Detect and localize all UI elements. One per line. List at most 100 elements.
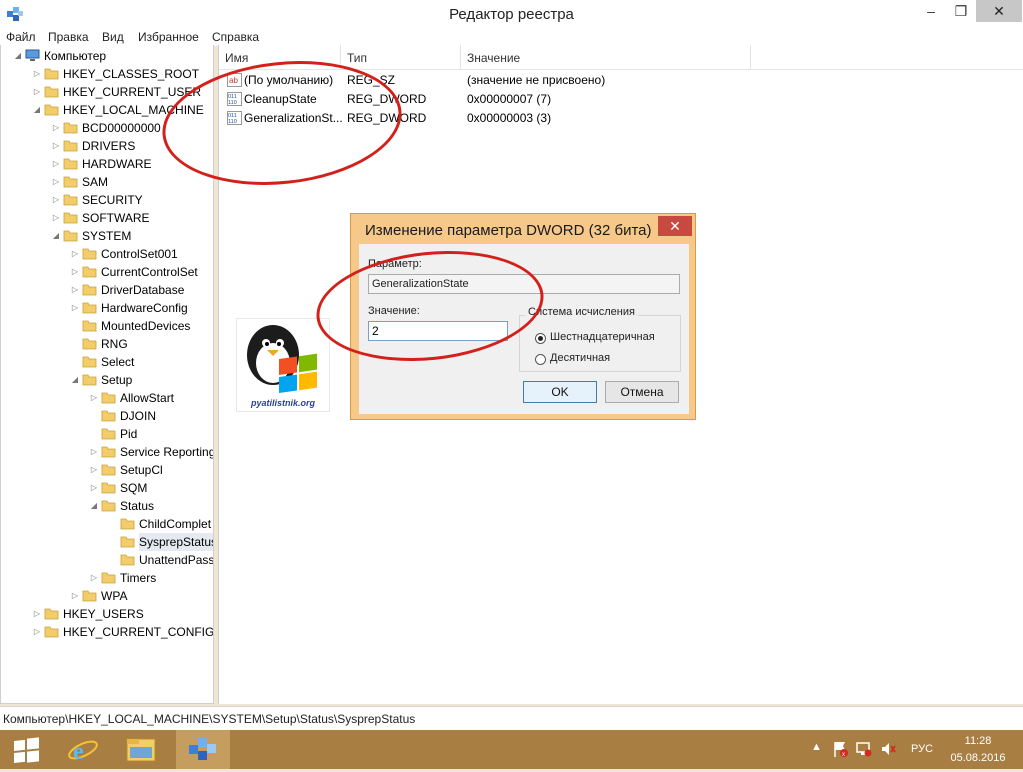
internet-explorer-button[interactable]: e [56,730,110,769]
folder-icon [82,302,97,314]
expand-arrow-icon[interactable]: ▷ [89,461,99,479]
close-button[interactable]: ✕ [976,0,1022,22]
value-type: REG_DWORD [347,92,427,106]
maximize-button[interactable]: ❐ [946,0,976,22]
expand-arrow-icon[interactable]: ▷ [89,569,99,587]
taskbar: e ▲ x РУС [0,730,1023,769]
folder-icon [82,338,97,350]
ok-button[interactable]: OK [523,381,597,403]
column-name[interactable]: Имя [219,45,341,69]
expand-arrow-icon[interactable]: ◢ [51,227,61,245]
value-data-input[interactable]: 2 [368,321,508,341]
folder-icon [63,176,78,188]
clock-date[interactable]: 05.08.2016 [946,752,1010,764]
column-header: Имя Тип Значение [219,45,1023,70]
expand-arrow-icon[interactable]: ▷ [70,281,80,299]
menu-file[interactable]: Файл [6,28,36,46]
expand-arrow-icon[interactable]: ▷ [89,389,99,407]
tree-node-label: Компьютер [44,49,107,63]
tree-node-label: SAM [82,175,109,189]
expand-arrow-icon[interactable]: ▷ [89,443,99,461]
svg-text:110: 110 [228,100,237,106]
value-row[interactable]: 011 110 CleanupState REG_DWORD 0x00000007… [219,90,1023,108]
input-language[interactable]: РУС [911,743,933,755]
internet-explorer-icon: e [68,739,98,765]
folder-icon [82,248,97,260]
tree-node-label: HKEY_USERS [63,607,144,621]
expand-arrow-icon[interactable]: ◢ [70,371,80,389]
expand-arrow-icon[interactable]: ▷ [51,155,61,173]
regedit-taskbar-button[interactable] [176,730,230,769]
expand-arrow-icon[interactable]: ▷ [70,263,80,281]
value-name: GeneralizationSt... [244,111,343,125]
tree-node-label: SQM [120,481,148,495]
file-explorer-icon [126,738,156,762]
folder-icon [82,356,97,368]
expand-arrow-icon[interactable]: ▷ [51,119,61,137]
folder-icon [101,572,116,584]
status-bar: Компьютер\HKEY_LOCAL_MACHINE\SYSTEM\Setu… [0,706,1023,731]
menu-edit[interactable]: Правка [48,28,89,46]
tree-node-label: RNG [101,337,128,351]
radio-decimal-label[interactable]: Десятичная [550,352,610,364]
expand-arrow-icon[interactable]: ▷ [70,245,80,263]
clock-time[interactable]: 11:28 [950,735,1006,747]
edit-dword-dialog: Изменение параметра DWORD (32 бита) ✕ Па… [350,213,696,420]
expand-arrow-icon[interactable]: ▷ [51,173,61,191]
folder-icon [101,446,116,458]
expand-arrow-icon[interactable]: ◢ [32,101,42,119]
dialog-close-button[interactable]: ✕ [658,216,692,236]
tree-node-label: SYSTEM [82,229,132,243]
action-center-flag-icon[interactable]: x [832,740,848,758]
registry-tree: ◢ Компьютер ▷ HKEY_CLASSES_ROOT ▷ HKEY_CURREN… [0,45,214,704]
column-type[interactable]: Тип [341,45,461,69]
expand-arrow-icon[interactable]: ▷ [51,137,61,155]
expand-arrow-icon[interactable]: ▷ [70,299,80,317]
start-button[interactable] [0,730,54,769]
menu-help[interactable]: Справка [212,28,259,46]
folder-icon [63,194,78,206]
value-type: REG_SZ [347,73,396,87]
expand-arrow-icon[interactable]: ▷ [32,65,42,83]
menu-favorites[interactable]: Избранное [138,28,199,46]
expand-arrow-icon[interactable]: ◢ [13,47,23,65]
expand-arrow-icon[interactable]: ▷ [89,479,99,497]
value-row[interactable]: 011 110 GeneralizationSt... REG_DWORD 0x0… [219,109,1023,127]
radio-hex-label[interactable]: Шестнадцатеричная [550,331,655,343]
folder-icon [101,392,116,404]
tree-node-label: Pid [120,427,138,441]
binary-value-icon: 011110 [227,92,242,106]
expand-arrow-icon[interactable]: ◢ [89,497,99,515]
column-value[interactable]: Значение [461,45,751,69]
tray-chevron-icon[interactable]: ▲ [811,741,822,753]
radio-hex[interactable] [535,333,546,344]
network-icon[interactable] [856,741,872,757]
folder-icon [44,104,59,116]
value-row[interactable]: ab (По умолчанию) REG_SZ (значение не пр… [219,71,1023,89]
expand-arrow-icon[interactable]: ▷ [70,587,80,605]
menu-view[interactable]: Вид [102,28,124,46]
penguin-logo-icon [247,325,317,393]
expand-arrow-icon[interactable]: ▷ [51,209,61,227]
folder-icon [101,482,116,494]
tree-node-label: UnattendPass [139,553,214,567]
radio-decimal[interactable] [535,354,546,365]
expand-arrow-icon[interactable]: ▷ [32,623,42,641]
dialog-body: Параметр: GeneralizationState Значение: … [359,244,689,414]
folder-icon [101,410,116,422]
volume-muted-icon[interactable] [880,741,896,757]
expand-arrow-icon[interactable]: ▷ [32,605,42,623]
folder-icon [120,554,135,566]
cancel-button[interactable]: Отмена [605,381,679,403]
expand-arrow-icon[interactable]: ▷ [51,191,61,209]
binary-value-icon: 011110 [227,111,242,125]
folder-icon [63,230,78,242]
tree-node-label: DJOIN [120,409,156,423]
folder-icon [101,428,116,440]
folder-icon [82,374,97,386]
expand-arrow-icon[interactable]: ▷ [32,83,42,101]
file-explorer-button[interactable] [114,730,168,769]
tree-node-label: ChildComplet [139,517,212,531]
folder-icon [63,212,78,224]
minimize-button[interactable]: – [916,0,946,22]
